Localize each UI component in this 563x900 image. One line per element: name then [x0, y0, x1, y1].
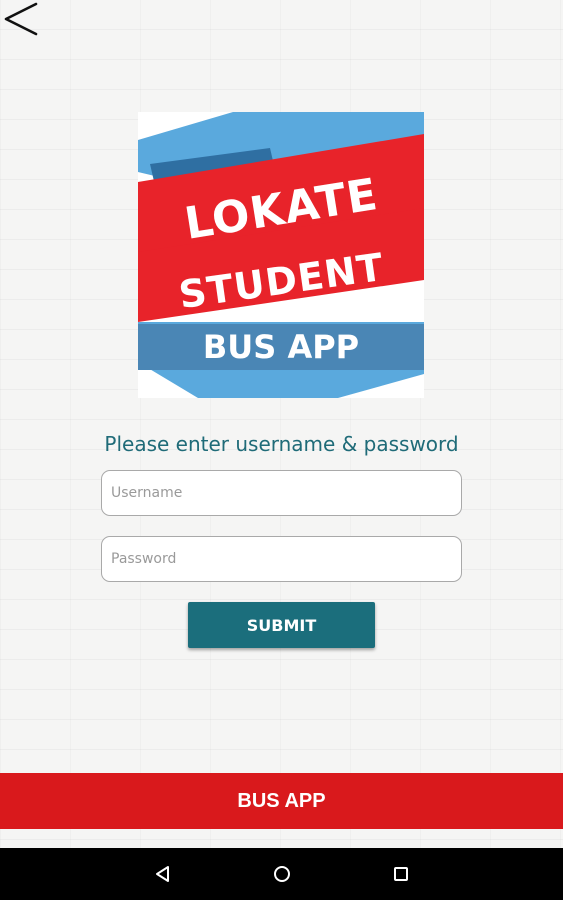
- nav-back-icon: [156, 866, 169, 882]
- password-input[interactable]: [101, 536, 462, 582]
- nav-home-icon: [274, 866, 290, 882]
- nav-home-button[interactable]: [264, 858, 300, 890]
- username-input[interactable]: [101, 470, 462, 516]
- app-logo: LOKATE STUDENT BUS APP: [138, 112, 424, 398]
- nav-recent-button[interactable]: [383, 858, 419, 890]
- submit-button[interactable]: SUBMIT: [188, 602, 375, 648]
- system-nav-bar: [0, 848, 563, 900]
- logo-text-bus-app: BUS APP: [203, 328, 359, 366]
- chevron-left-icon: [4, 2, 38, 36]
- footer-label: BUS APP: [237, 789, 326, 812]
- nav-recent-icon: [394, 867, 408, 881]
- back-button[interactable]: [0, 0, 44, 40]
- login-prompt: Please enter username & password: [104, 432, 459, 456]
- nav-back-button[interactable]: [145, 858, 181, 890]
- footer-bar: BUS APP: [0, 773, 563, 829]
